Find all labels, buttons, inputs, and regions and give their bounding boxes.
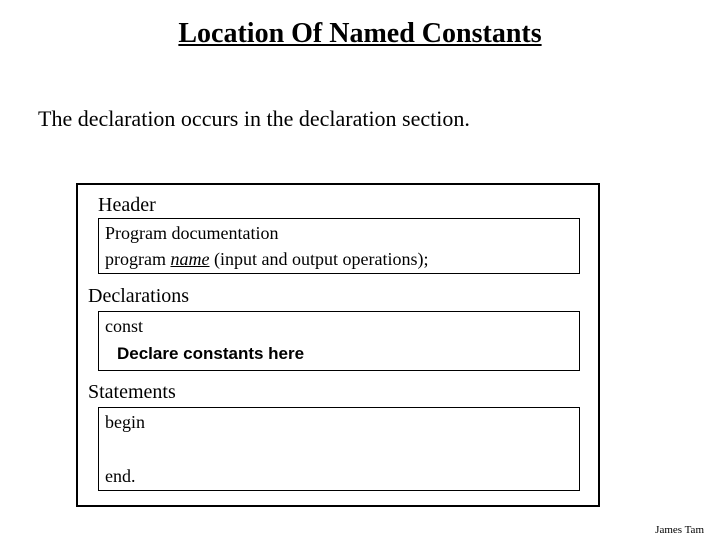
author-footer: James Tam (655, 524, 704, 536)
program-name: name (170, 249, 209, 269)
end-keyword: end. (105, 466, 136, 487)
program-io-suffix: (input and output operations); (209, 249, 428, 269)
slide: Location Of Named Constants The declarat… (0, 0, 720, 540)
header-box: Program documentation program name (inpu… (98, 218, 580, 274)
const-keyword: const (105, 316, 143, 337)
program-keyword: program (105, 249, 170, 269)
declarations-box: const Declare constants here (98, 311, 580, 371)
begin-keyword: begin (105, 412, 145, 433)
header-program-line: program name (input and output operation… (105, 249, 428, 270)
intro-text: The declaration occurs in the declaratio… (38, 106, 470, 132)
slide-title: Location Of Named Constants (0, 18, 720, 50)
header-doc-line: Program documentation (105, 223, 278, 244)
declare-constants-instruction: Declare constants here (117, 344, 304, 364)
declarations-section-label: Declarations (88, 285, 189, 308)
statements-box: begin end. (98, 407, 580, 491)
statements-section-label: Statements (88, 381, 176, 404)
program-structure-box: Header Program documentation program nam… (76, 183, 600, 507)
header-section-label: Header (98, 194, 156, 217)
